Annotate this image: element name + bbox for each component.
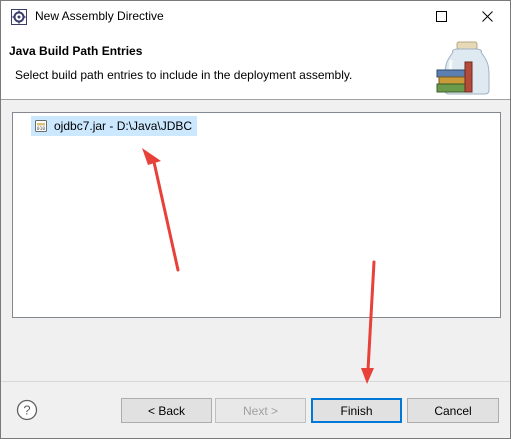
list-item[interactable]: 010 ojdbc7.jar - D:\Java\JDBC <box>31 116 198 136</box>
maximize-icon <box>435 11 447 22</box>
maximize-button[interactable] <box>418 1 464 32</box>
build-path-entries-list[interactable]: 010 ojdbc7.jar - D:\Java\JDBC <box>12 112 501 318</box>
close-icon <box>481 11 493 22</box>
jar-file-icon: 010 <box>35 120 47 132</box>
back-button[interactable]: < Back <box>121 398 212 423</box>
finish-button[interactable]: Finish <box>311 398 402 423</box>
library-jar-icon <box>436 41 490 95</box>
title-bar: New Assembly Directive <box>1 1 510 32</box>
wizard-banner: Java Build Path Entries Select build pat… <box>1 32 510 100</box>
window-title: New Assembly Directive <box>35 9 164 23</box>
dialog-window: New Assembly Directive Java Build Path E… <box>0 0 511 439</box>
help-icon[interactable]: ? <box>16 399 38 421</box>
page-title: Java Build Path Entries <box>9 44 143 58</box>
eclipse-gear-icon <box>11 9 27 25</box>
next-button[interactable]: Next > <box>215 398 306 423</box>
footer-divider <box>1 381 510 382</box>
svg-text:010: 010 <box>37 126 45 132</box>
content-area: 010 ojdbc7.jar - D:\Java\JDBC <box>1 101 510 381</box>
svg-text:?: ? <box>23 403 30 418</box>
cancel-button[interactable]: Cancel <box>407 398 499 423</box>
page-description: Select build path entries to include in … <box>15 68 353 82</box>
entry-label: ojdbc7.jar - D:\Java\JDBC <box>54 119 193 133</box>
close-button[interactable] <box>464 1 510 32</box>
